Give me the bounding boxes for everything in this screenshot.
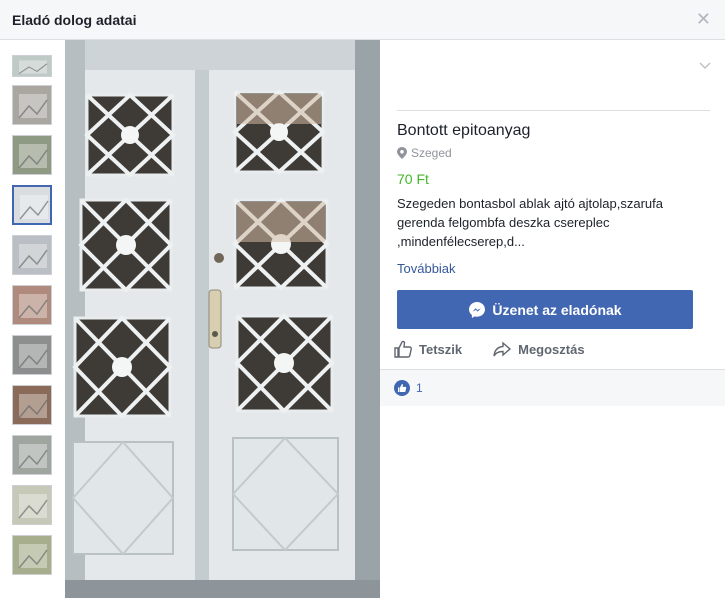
thumbnail-9[interactable] [12, 435, 52, 475]
thumbnail-1[interactable] [12, 55, 52, 77]
marketplace-dialog: Eladó dolog adatai ✕ Bontott epitoanyag … [0, 0, 725, 615]
chevron-down-icon[interactable] [698, 58, 712, 72]
thumbnail-4[interactable] [12, 185, 52, 225]
thumbnail-11[interactable] [12, 535, 52, 575]
thumbnail-10[interactable] [12, 485, 52, 525]
thumbs-up-icon [398, 384, 407, 392]
see-more-link[interactable]: Továbbiak [397, 261, 456, 276]
divider [397, 110, 710, 111]
message-seller-button[interactable]: Üzenet az eladónak [397, 290, 693, 329]
thumbnail-2[interactable] [12, 85, 52, 125]
listing-location: Szeged [397, 146, 452, 160]
thumbs-up-icon [394, 340, 412, 358]
messenger-icon [469, 301, 486, 318]
likes-summary: 1 [380, 369, 725, 406]
thumbnail-strip [0, 40, 65, 615]
dialog-title: Eladó dolog adatai [12, 12, 137, 28]
like-button[interactable]: Tetszik [393, 338, 462, 360]
thumbnail-6[interactable] [12, 285, 52, 325]
thumbnail-3[interactable] [12, 135, 52, 175]
listing-description: Szegeden bontasbol ablak ajtó ajtolap,sz… [397, 196, 663, 249]
thumbnail-8[interactable] [12, 385, 52, 425]
main-photo[interactable] [65, 40, 380, 598]
like-label: Tetszik [419, 341, 463, 357]
listing-price: 70 Ft [397, 171, 429, 187]
close-icon[interactable]: ✕ [696, 10, 711, 28]
like-count[interactable]: 1 [416, 381, 423, 395]
listing-title: Bontott epitoanyag [397, 122, 531, 139]
thumbnail-7[interactable] [12, 335, 52, 375]
location-pin-icon [397, 147, 407, 159]
location-text: Szeged [411, 146, 452, 160]
door-photo [65, 40, 380, 598]
message-button-label: Üzenet az eladónak [492, 301, 622, 318]
thumbnail-5[interactable] [12, 235, 52, 275]
like-reaction-icon[interactable] [394, 380, 410, 396]
dialog-header: Eladó dolog adatai ✕ [0, 0, 725, 40]
listing-details: Bontott epitoanyag Szeged 70 Ft Szegeden… [380, 40, 725, 615]
share-button[interactable]: Megosztás [492, 338, 585, 360]
share-label: Megosztás [518, 341, 585, 357]
share-icon [493, 341, 512, 357]
action-bar: Tetszik Megosztás [393, 338, 585, 360]
